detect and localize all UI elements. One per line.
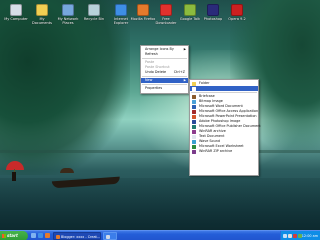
desktop-icon-label: Opera 9.2 — [228, 17, 246, 21]
taskbar: start Blogger: xxxx - Creat... 12:00 am — [0, 230, 320, 240]
menu-item-refresh[interactable]: Refresh — [141, 52, 188, 57]
new-item-label: Microsoft Office Access Application — [199, 109, 259, 113]
powerpoint-icon — [192, 114, 196, 119]
wallpaper-shoreline — [0, 150, 320, 153]
downloader-icon — [160, 4, 172, 16]
wallpaper-water — [0, 178, 320, 230]
briefcase-icon — [192, 94, 196, 99]
desktop-icon-label: Free Downloader — [155, 17, 177, 25]
opera-icon — [231, 4, 243, 16]
desktop-icon-label: My Documents — [32, 17, 52, 25]
clock[interactable]: 12:00 am — [302, 231, 318, 240]
desktop-icon-my-computer[interactable]: My Computer — [3, 4, 29, 34]
desktop-icon-label: My Computer — [4, 17, 28, 21]
new-item-label: Folder — [199, 81, 210, 85]
quick-launch-internet-explorer-icon[interactable] — [38, 233, 43, 238]
menu-item-properties[interactable]: Properties — [141, 86, 188, 91]
new-item-label: Adobe Photoshop Image — [199, 119, 241, 123]
excel-icon — [192, 144, 196, 149]
network-tray-icon[interactable] — [283, 234, 287, 238]
desktop-context-menu: Arrange Icons By ▶ Refresh Paste Paste Short… — [140, 45, 189, 94]
desktop-icon-photoshop[interactable]: Photoshop — [200, 4, 226, 34]
desktop-icon-recycle-bin[interactable]: Recycle Bin — [81, 4, 107, 34]
zip-archive-icon — [192, 149, 196, 154]
start-button[interactable]: start — [0, 231, 28, 240]
desktop-icon-my-documents[interactable]: My Documents — [29, 4, 55, 34]
google-talk-icon — [184, 4, 196, 16]
menu-separator — [142, 76, 187, 77]
new-item-label: Bitmap Image — [199, 99, 223, 103]
folder-icon — [192, 81, 196, 86]
task-button-window-icon[interactable] — [103, 232, 117, 240]
menu-separator — [191, 92, 257, 93]
internet-explorer-icon — [115, 4, 127, 16]
wallpaper-boatman — [12, 172, 16, 181]
photoshop-image-icon — [192, 119, 196, 124]
new-item-label: Text Document — [199, 134, 225, 138]
new-item-label: Microsoft PowerPoint Presentation — [199, 114, 257, 118]
desktop-icon-label: Photoshop — [203, 17, 223, 21]
system-tray: 12:00 am — [280, 231, 320, 240]
menu-separator — [142, 58, 187, 59]
shortcut-icon — [192, 86, 196, 91]
antivirus-icon[interactable] — [293, 234, 297, 238]
firefox-icon — [56, 235, 60, 239]
new-item-label: WinRAR archive — [199, 129, 226, 133]
menu-item-label: Paste Shortcut — [145, 65, 170, 69]
desktop-icon-my-network-places[interactable]: My Network Places — [55, 4, 81, 34]
desktop-icon-label: Recycle Bin — [83, 17, 105, 21]
new-item-label: Microsoft Excel Worksheet — [199, 144, 244, 148]
new-submenu: Folder Briefcase Bitmap Image Microsoft Wor… — [189, 79, 261, 176]
menu-item-undo-delete[interactable]: Undo Delete Ctrl+Z — [141, 70, 188, 75]
task-button-label: Blogger: xxxx - Creat... — [61, 235, 101, 239]
menu-item-shortcut: Ctrl+Z — [173, 70, 185, 74]
windows-logo-icon — [2, 234, 6, 238]
menu-item-label: New — [145, 78, 153, 82]
new-item-winrar-zip-archive[interactable]: WinRAR ZIP archive — [190, 149, 258, 154]
menu-item-label: Undo Delete — [145, 70, 167, 74]
quick-launch-firefox-icon[interactable] — [45, 233, 50, 238]
menu-item-label: Properties — [145, 86, 163, 90]
wallpaper-boat-roof — [60, 168, 74, 173]
firefox-icon — [137, 4, 149, 16]
photoshop-icon — [207, 4, 219, 16]
recycle-bin-icon — [88, 4, 100, 16]
new-item-label: Microsoft Office Publisher Document — [199, 124, 261, 128]
desktop-icon-opera-9-2[interactable]: Opera 9.2 — [224, 4, 250, 34]
new-item-shortcut-icon[interactable] — [190, 86, 258, 91]
menu-item-label: Arrange Icons By — [145, 47, 174, 51]
word-document-icon — [192, 104, 196, 109]
new-item-label: Microsoft Word Document — [199, 104, 243, 108]
menu-item-label: Refresh — [145, 52, 158, 56]
quick-launch-show-desktop-icon[interactable] — [31, 233, 36, 238]
task-button-blogger-xxxx-creat[interactable]: Blogger: xxxx - Creat... — [53, 232, 101, 240]
menu-item-new[interactable]: New ▶ — [141, 78, 188, 83]
start-label: start — [7, 233, 18, 238]
new-item-label: Briefcase — [199, 94, 215, 98]
computer-icon — [10, 4, 22, 16]
access-icon — [192, 109, 196, 114]
volume-icon[interactable] — [288, 234, 292, 238]
menu-item-label: Paste — [145, 60, 155, 64]
window-icon — [106, 235, 110, 239]
text-document-icon — [192, 134, 196, 139]
network-icon — [62, 4, 74, 16]
publisher-icon — [192, 124, 196, 129]
desktop-icon-free-downloader[interactable]: Free Downloader — [153, 4, 179, 34]
desktop-icon-label: My Network Places — [57, 17, 79, 25]
bitmap-icon — [192, 99, 196, 104]
wave-sound-icon — [192, 139, 196, 144]
desktop[interactable]: My Computer My Documents My Network Places… — [0, 0, 320, 230]
submenu-arrow-icon: ▶ — [183, 78, 186, 82]
menu-separator — [142, 84, 187, 85]
new-item-label: Wave Sound — [199, 139, 221, 143]
new-item-label: WinRAR ZIP archive — [199, 149, 233, 153]
desktop-icon-area: My Computer My Documents My Network Places… — [0, 4, 320, 34]
documents-folder-icon — [36, 4, 48, 16]
winrar-icon — [192, 129, 196, 134]
